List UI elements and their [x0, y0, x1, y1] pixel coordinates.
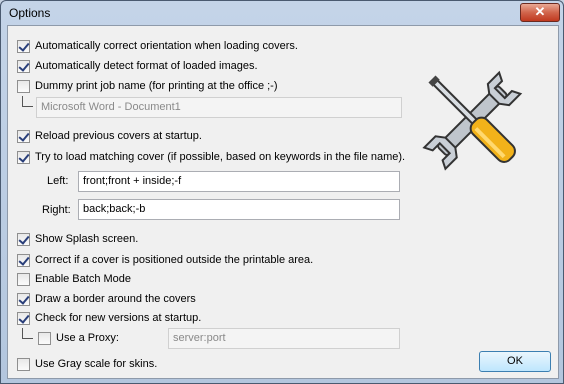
wrench-screwdriver-icon	[422, 70, 523, 171]
batch-mode-checkbox[interactable]	[17, 272, 30, 286]
correct-position-checkbox[interactable]	[17, 253, 30, 267]
dummy-print-checkbox[interactable]	[17, 79, 30, 93]
dummy-print-label: Dummy print job name (for printing at th…	[35, 80, 278, 92]
tree-connector-proxy	[22, 328, 33, 339]
gray-scale-label: Use Gray scale for skins.	[35, 358, 158, 370]
options-window: Options ✕ Automatically correct orientat…	[0, 0, 564, 384]
use-proxy-checkbox[interactable]	[38, 331, 51, 345]
option-reload-covers[interactable]: Reload previous covers at startup.	[17, 128, 202, 144]
window-title: Options	[9, 6, 51, 20]
tree-connector	[22, 96, 33, 107]
auto-orientation-label: Automatically correct orientation when l…	[35, 40, 298, 52]
option-load-matching[interactable]: Try to load matching cover (if possible,…	[17, 149, 405, 165]
auto-format-label: Automatically detect format of loaded im…	[35, 60, 258, 72]
right-keywords-label: Right:	[42, 204, 71, 216]
draw-border-label: Draw a border around the covers	[35, 293, 196, 305]
splash-checkbox[interactable]	[17, 232, 30, 246]
options-panel: Automatically correct orientation when l…	[7, 25, 559, 379]
close-icon: ✕	[534, 4, 546, 19]
draw-border-checkbox[interactable]	[17, 292, 30, 306]
option-splash[interactable]: Show Splash screen.	[17, 231, 138, 247]
title-bar: Options ✕	[1, 1, 563, 25]
correct-position-label: Correct if a cover is positioned outside…	[35, 254, 314, 266]
option-gray-scale[interactable]: Use Gray scale for skins.	[17, 356, 157, 372]
option-draw-border[interactable]: Draw a border around the covers	[17, 291, 196, 307]
dummy-print-name-field[interactable]: Microsoft Word - Document1	[36, 97, 402, 118]
auto-format-checkbox[interactable]	[17, 59, 30, 73]
load-matching-label: Try to load matching cover (if possible,…	[35, 151, 406, 163]
load-matching-checkbox[interactable]	[17, 150, 30, 164]
option-correct-position[interactable]: Correct if a cover is positioned outside…	[17, 252, 313, 268]
check-versions-label: Check for new versions at startup.	[35, 312, 202, 324]
option-dummy-print[interactable]: Dummy print job name (for printing at th…	[17, 78, 278, 94]
close-button[interactable]: ✕	[520, 3, 560, 22]
left-keywords-field[interactable]: front;front + inside;-f	[78, 171, 400, 192]
option-use-proxy[interactable]: Use a Proxy:	[38, 330, 119, 346]
right-keywords-field[interactable]: back;back;-b	[78, 199, 400, 220]
reload-covers-label: Reload previous covers at startup.	[35, 130, 202, 142]
left-keywords-label: Left:	[47, 175, 69, 187]
option-batch-mode[interactable]: Enable Batch Mode	[17, 271, 131, 287]
auto-orientation-checkbox[interactable]	[17, 39, 30, 53]
option-check-versions[interactable]: Check for new versions at startup.	[17, 310, 201, 326]
check-versions-checkbox[interactable]	[17, 311, 30, 325]
gray-scale-checkbox[interactable]	[17, 357, 30, 371]
use-proxy-label: Use a Proxy:	[56, 332, 119, 344]
option-auto-format[interactable]: Automatically detect format of loaded im…	[17, 58, 258, 74]
proxy-server-field[interactable]: server:port	[168, 328, 400, 349]
reload-covers-checkbox[interactable]	[17, 129, 30, 143]
ok-button[interactable]: OK	[479, 351, 551, 372]
batch-mode-label: Enable Batch Mode	[35, 273, 132, 285]
option-auto-orientation[interactable]: Automatically correct orientation when l…	[17, 38, 298, 54]
splash-label: Show Splash screen.	[35, 233, 139, 245]
